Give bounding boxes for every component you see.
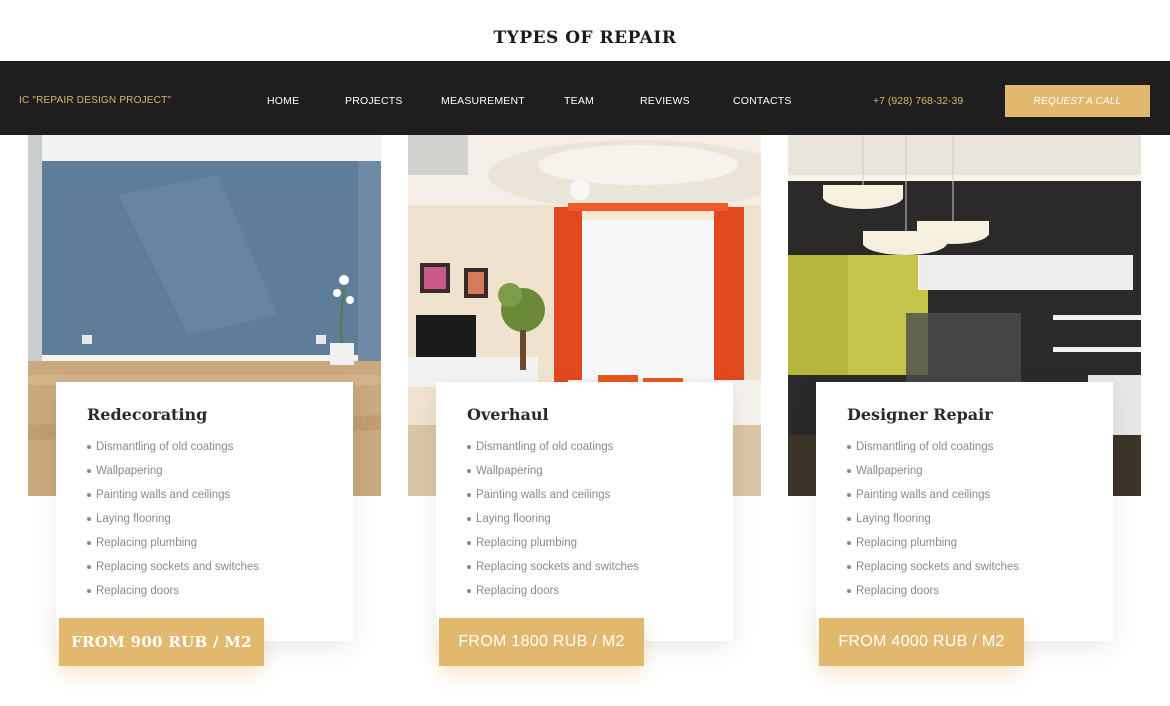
list-item: Replacing sockets and switches bbox=[87, 559, 259, 583]
feature-list: Dismantling of old coatings Wallpapering… bbox=[467, 439, 639, 607]
section-title: TYPES OF REPAIR bbox=[493, 28, 677, 48]
nav-link-measurement[interactable]: MEASUREMENT bbox=[441, 95, 525, 107]
nav-link-home[interactable]: HOME bbox=[267, 95, 299, 107]
list-item: Painting walls and ceilings bbox=[467, 487, 639, 511]
feature-list: Dismantling of old coatings Wallpapering… bbox=[847, 439, 1019, 607]
list-item: Laying flooring bbox=[87, 511, 259, 535]
nav-link-projects[interactable]: PROJECTS bbox=[345, 95, 403, 107]
card-title: Redecorating bbox=[87, 405, 208, 424]
list-item: Replacing doors bbox=[87, 583, 259, 607]
price-button-designer-repair[interactable]: FROM 4000 RUB / M2 bbox=[819, 618, 1024, 666]
list-item: Dismantling of old coatings bbox=[847, 439, 1019, 463]
card-panel-overhaul: Overhaul Dismantling of old coatings Wal… bbox=[436, 382, 733, 641]
list-item: Wallpapering bbox=[467, 463, 639, 487]
list-item: Replacing sockets and switches bbox=[467, 559, 639, 583]
list-item: Painting walls and ceilings bbox=[87, 487, 259, 511]
price-button-redecorating[interactable]: FROM 900 RUB / M2 bbox=[59, 618, 264, 666]
navbar: IC "REPAIR DESIGN PROJECT" HOME PROJECTS… bbox=[0, 61, 1170, 135]
nav-link-reviews[interactable]: REVIEWS bbox=[640, 95, 690, 107]
feature-list: Dismantling of old coatings Wallpapering… bbox=[87, 439, 259, 607]
list-item: Dismantling of old coatings bbox=[467, 439, 639, 463]
card-panel-designer-repair: Designer Repair Dismantling of old coati… bbox=[816, 382, 1113, 641]
list-item: Replacing plumbing bbox=[87, 535, 259, 559]
nav-link-team[interactable]: TEAM bbox=[564, 95, 594, 107]
list-item: Wallpapering bbox=[87, 463, 259, 487]
list-item: Replacing plumbing bbox=[467, 535, 639, 559]
list-item: Laying flooring bbox=[847, 511, 1019, 535]
card-panel-redecorating: Redecorating Dismantling of old coatings… bbox=[56, 382, 353, 641]
brand-logo[interactable]: IC "REPAIR DESIGN PROJECT" bbox=[19, 95, 171, 106]
list-item: Replacing plumbing bbox=[847, 535, 1019, 559]
card-title: Designer Repair bbox=[847, 405, 993, 424]
nav-link-contacts[interactable]: CONTACTS bbox=[733, 95, 792, 107]
list-item: Wallpapering bbox=[847, 463, 1019, 487]
list-item: Dismantling of old coatings bbox=[87, 439, 259, 463]
price-button-overhaul[interactable]: FROM 1800 RUB / M2 bbox=[439, 618, 644, 666]
list-item: Replacing doors bbox=[847, 583, 1019, 607]
list-item: Replacing sockets and switches bbox=[847, 559, 1019, 583]
list-item: Replacing doors bbox=[467, 583, 639, 607]
list-item: Painting walls and ceilings bbox=[847, 487, 1019, 511]
request-call-button[interactable]: REQUEST A CALL bbox=[1005, 85, 1150, 117]
card-title: Overhaul bbox=[467, 405, 549, 424]
list-item: Laying flooring bbox=[467, 511, 639, 535]
phone-link[interactable]: +7 (928) 768-32-39 bbox=[873, 95, 963, 107]
